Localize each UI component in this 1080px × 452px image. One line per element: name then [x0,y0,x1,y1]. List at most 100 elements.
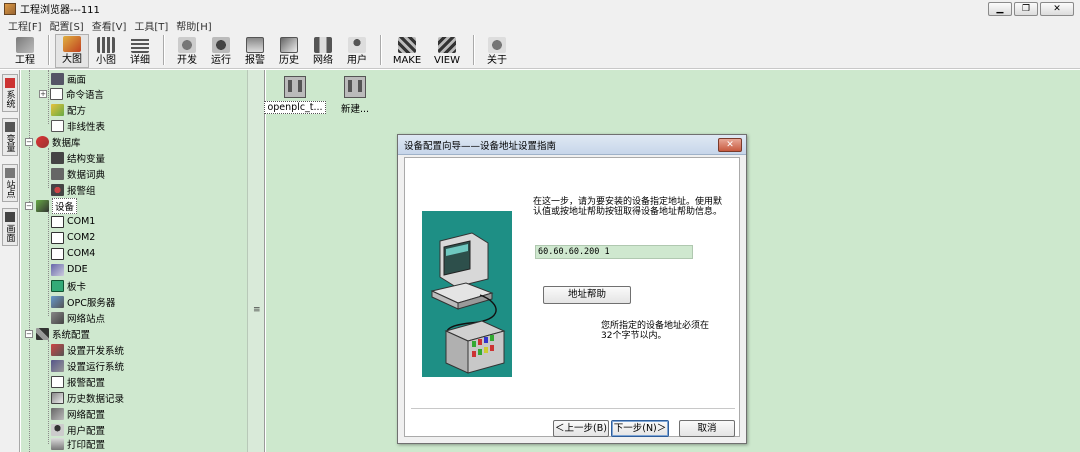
close-icon: ✕ [1053,3,1061,14]
recipe-icon [51,103,64,116]
develop-icon [178,37,196,53]
small-icons-button[interactable]: 小图 [89,34,123,68]
develop-button[interactable]: 开发 [170,34,204,68]
tree-item-com2[interactable]: COM2 [51,230,95,245]
alarm-icon [246,37,264,53]
tab-screens[interactable]: 画面 [2,208,18,246]
restore-button[interactable]: ❐ [1014,2,1038,16]
tree-item-nonlinear-table[interactable]: 非线性表 [51,118,105,133]
history-label: 历史 [279,55,299,66]
user-button[interactable]: 用户 [340,34,374,68]
tree-item-network-config[interactable]: 网络配置 [51,406,105,421]
panel-splitter[interactable]: ≡ [247,70,265,452]
minimize-icon: ▁ [996,3,1004,14]
tree-item-run-system[interactable]: 设置运行系统 [51,358,124,373]
collapse-icon[interactable]: − [25,201,33,210]
tree-item-label: 网络配置 [67,409,106,421]
tree-item-com1[interactable]: COM1 [51,214,95,229]
tree-item-alarm-config[interactable]: 报警配置 [51,374,105,389]
tree-item-label: 板卡 [67,281,87,293]
tree-item-label: 报警配置 [67,377,106,389]
network-icon [314,37,332,53]
expand-icon[interactable]: + [39,89,47,98]
tree-item-label: 设置运行系统 [67,361,125,373]
project-item-label: openplc_t... [264,101,326,114]
run-button[interactable]: 运行 [204,34,238,68]
previous-step-button[interactable]: ＜上一步(B) [553,420,609,437]
project-item-new[interactable]: 新建... [326,76,384,115]
tab-system[interactable]: 系统 [2,74,18,112]
project-item-openplc[interactable]: openplc_t... [264,76,326,114]
system-icon [5,78,15,88]
printer-icon [51,437,64,450]
network-button[interactable]: 网络 [306,34,340,68]
collapse-icon[interactable]: − [25,329,33,338]
tree-item-label: 配方 [67,105,87,117]
collapse-icon[interactable]: − [25,137,33,146]
tree-item-dde[interactable]: DDE [51,262,88,277]
tree-item-label: 数据库 [52,137,81,149]
tree-item-network-station[interactable]: 网络站点 [51,310,105,325]
make-button[interactable]: MAKE [387,34,427,68]
tree-line [48,340,49,444]
about-button[interactable]: 关于 [480,34,514,68]
alarm-button[interactable]: 报警 [238,34,272,68]
tree-item-label: 历史数据记录 [67,393,125,405]
tree-item-system-config[interactable]: − 系统配置 [25,326,90,341]
small-icons-icon [97,37,115,53]
view-icon [438,37,456,53]
cancel-button[interactable]: 取消 [679,420,735,437]
menu-config[interactable]: 配置[S] [50,18,84,33]
tree-line [48,148,49,188]
tree-item-devices[interactable]: − 设备 [25,197,78,214]
next-step-button[interactable]: 下一步(N)＞ [611,420,669,437]
tree-item-print-config[interactable]: 打印配置 [51,436,105,451]
history-record-icon [51,391,64,404]
grip-icon: ≡ [253,305,261,315]
tree-item-dev-system[interactable]: 设置开发系统 [51,342,124,357]
small-icons-label: 小图 [96,55,116,66]
tree-item-board[interactable]: 板卡 [51,278,86,293]
project-button[interactable]: 工程 [8,34,42,68]
computer-plc-icon [430,232,506,374]
project-tree: 画面 + 命令语言 配方 非线性表 − 数据库 结构变量 数据词典 报警组 − … [21,70,247,452]
menu-help[interactable]: 帮助[H] [176,18,211,33]
tree-item-com4[interactable]: COM4 [51,246,95,261]
menu-project[interactable]: 工程[F] [8,18,42,33]
tree-item-recipe[interactable]: 配方 [51,102,86,117]
minimize-button[interactable]: ▁ [988,2,1012,16]
menu-view[interactable]: 查看[V] [92,18,127,33]
details-button[interactable]: 详细 [123,34,157,68]
tree-item-label: 打印配置 [67,439,106,451]
close-icon: ✕ [726,140,734,150]
toolbar: 工程 大图 小图 详细 开发 运行 报警 历史 网络 用户 MAKE VIEW … [0,33,1080,69]
tree-item-alarm-group[interactable]: 报警组 [51,182,96,197]
tree-item-data-dictionary[interactable]: 数据词典 [51,166,105,181]
device-address-input[interactable]: 60.60.60.200 1 [535,245,693,259]
tab-system-label: 系统 [4,90,15,108]
address-help-button[interactable]: 地址帮助 [543,286,631,304]
view-button[interactable]: VIEW [427,34,467,68]
tree-item-command-language[interactable]: + 命令语言 [39,86,104,101]
tab-stations[interactable]: 站点 [2,164,18,202]
restore-icon: ❐ [1021,3,1031,14]
variables-icon [5,122,15,132]
tree-item-struct-variables[interactable]: 结构变量 [51,150,105,165]
tree-item-screens[interactable]: 画面 [51,71,86,86]
history-button[interactable]: 历史 [272,34,306,68]
develop-label: 开发 [177,55,197,66]
tree-item-history-record[interactable]: 历史数据记录 [51,390,124,405]
tree-item-label: 结构变量 [67,153,106,165]
tree-item-user-config[interactable]: 用户配置 [51,422,105,437]
tab-variables[interactable]: 变量 [2,118,18,156]
about-icon [488,37,506,53]
project-item-label: 新建... [340,104,370,115]
dialog-close-button[interactable]: ✕ [718,138,742,152]
menu-bar: 工程[F] 配置[S] 查看[V] 工具[T] 帮助[H] [0,17,1080,33]
menu-tools[interactable]: 工具[T] [134,18,168,33]
large-icons-button[interactable]: 大图 [55,34,89,68]
close-button[interactable]: ✕ [1040,2,1074,16]
tree-item-opc-server[interactable]: OPC服务器 [51,294,115,309]
run-system-icon [51,359,64,372]
tree-item-database[interactable]: − 数据库 [25,134,81,149]
